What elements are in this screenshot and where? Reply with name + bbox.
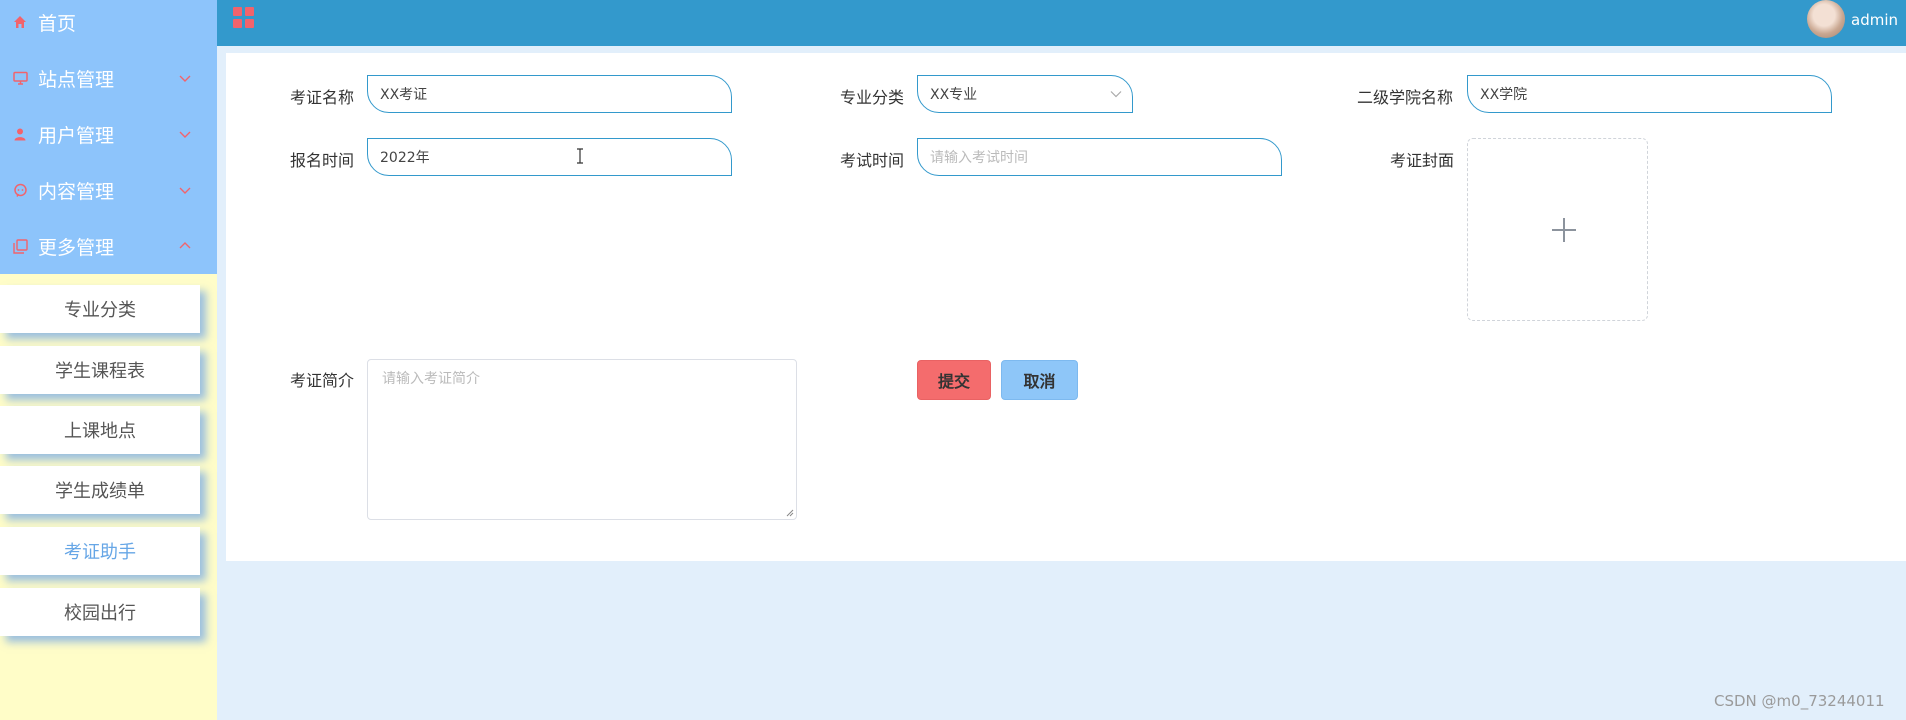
form-card: 考证名称 XX考证 专业分类 XX专业 二级学院名称 XX学院 报名时间 202… <box>226 53 1906 561</box>
submit-button[interactable]: 提交 <box>917 360 991 400</box>
reg-time-input[interactable]: 2022年 <box>367 138 732 176</box>
submenu-item-class-location[interactable]: 上课地点 <box>0 406 200 454</box>
cancel-button[interactable]: 取消 <box>1001 360 1078 400</box>
sidebar-item-home[interactable]: 首页 <box>0 0 217 50</box>
sidebar: 首页 站点管理 用户管理 内容管理 更多管理 专业分类 学生课程表 上课地点 学… <box>0 0 217 720</box>
chevron-down-icon <box>1110 91 1122 98</box>
sidebar-item-label: 站点管理 <box>38 68 115 91</box>
top-bar: admin <box>217 0 1906 46</box>
chevron-down-icon <box>179 75 191 82</box>
user-icon <box>12 126 28 142</box>
sidebar-main-menu: 首页 站点管理 用户管理 内容管理 更多管理 <box>0 0 217 274</box>
intro-textarea[interactable]: 请输入考证简介 <box>367 359 797 520</box>
cert-name-input[interactable]: XX考证 <box>367 75 732 113</box>
text-cursor-icon <box>577 148 583 164</box>
sidebar-item-users[interactable]: 用户管理 <box>0 106 217 162</box>
submenu-item-major-category[interactable]: 专业分类 <box>0 285 200 333</box>
college-input[interactable]: XX学院 <box>1467 75 1832 113</box>
exam-time-input[interactable]: 请输入考试时间 <box>917 138 1282 176</box>
intro-label: 考证简介 <box>290 371 355 390</box>
submenu-item-course-schedule[interactable]: 学生课程表 <box>0 346 200 394</box>
monitor-icon <box>12 70 28 86</box>
menu-grid-icon[interactable] <box>233 7 255 29</box>
chevron-down-icon <box>179 131 191 138</box>
avatar[interactable] <box>1807 0 1845 38</box>
home-icon <box>12 14 28 30</box>
chat-icon <box>12 182 28 198</box>
cover-upload[interactable] <box>1467 138 1648 321</box>
resize-handle-icon[interactable] <box>786 509 794 517</box>
college-label: 二级学院名称 <box>1357 88 1454 107</box>
submenu-item-cert-assistant[interactable]: 考证助手 <box>0 527 200 575</box>
major-label: 专业分类 <box>840 88 905 107</box>
submenu-item-transcript[interactable]: 学生成绩单 <box>0 466 200 514</box>
submenu-item-campus-travel[interactable]: 校园出行 <box>0 588 200 636</box>
major-select[interactable]: XX专业 <box>917 75 1133 113</box>
sidebar-item-label: 首页 <box>38 12 77 35</box>
chevron-down-icon <box>179 187 191 194</box>
intro-placeholder: 请输入考证简介 <box>382 371 480 387</box>
chevron-up-icon <box>179 242 191 249</box>
sidebar-item-more[interactable]: 更多管理 <box>0 218 217 274</box>
copy-icon <box>12 238 28 254</box>
user-name[interactable]: admin <box>1851 11 1898 29</box>
sidebar-item-content[interactable]: 内容管理 <box>0 162 217 218</box>
cover-label: 考证封面 <box>1390 151 1455 170</box>
exam-time-label: 考试时间 <box>840 151 905 170</box>
sidebar-item-label: 更多管理 <box>38 236 115 259</box>
reg-time-label: 报名时间 <box>290 151 355 170</box>
cert-name-label: 考证名称 <box>290 88 355 107</box>
watermark: CSDN @m0_73244011 <box>1714 692 1885 710</box>
major-select-value: XX专业 <box>930 87 978 103</box>
sidebar-item-label: 内容管理 <box>38 180 115 203</box>
sidebar-item-label: 用户管理 <box>38 124 115 147</box>
sidebar-item-site[interactable]: 站点管理 <box>0 50 217 106</box>
